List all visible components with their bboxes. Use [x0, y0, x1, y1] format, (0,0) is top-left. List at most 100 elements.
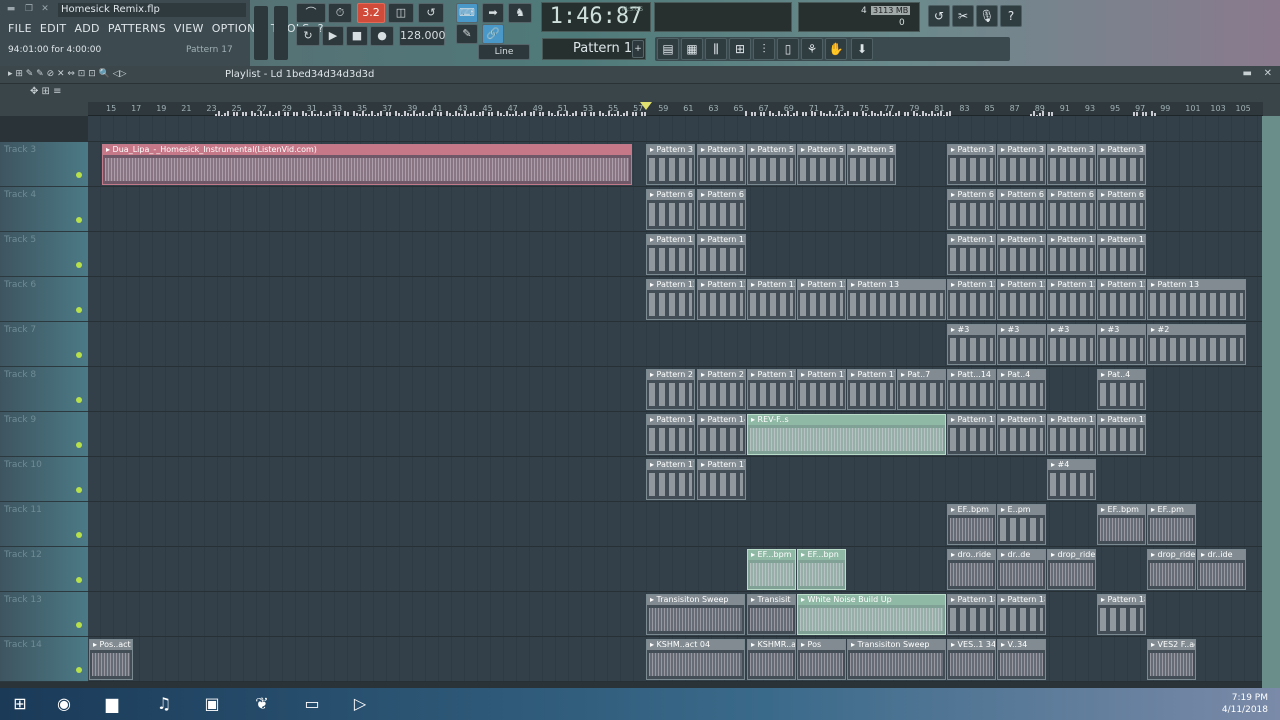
track-header[interactable]: Track 12	[0, 547, 88, 592]
playlist-clip[interactable]: ▸ Pattern 12	[1047, 279, 1096, 320]
track-lane[interactable]	[88, 502, 1262, 547]
track-header[interactable]: Track 14	[0, 637, 88, 682]
playlist-clip[interactable]: ▸ Pattern 5	[797, 144, 846, 185]
playlist-clip[interactable]: ▸ Pattern 6	[1097, 189, 1146, 230]
playlist-clip[interactable]: ▸ Patt...14	[947, 369, 996, 410]
playlist-clip[interactable]: ▸ E..pm	[997, 504, 1046, 545]
explorer-icon[interactable]: ▆	[94, 691, 130, 717]
piano-roll-icon[interactable]: ▦	[681, 38, 703, 60]
pattern-mode-button[interactable]: ↻	[296, 26, 320, 46]
playlist-clip[interactable]: ▸ Pattern 6	[997, 189, 1046, 230]
playlist-clip[interactable]: ▸ Pattern 18	[947, 594, 996, 635]
track-header[interactable]: Track 8	[0, 367, 88, 412]
menu-patterns[interactable]: PATTERNS	[108, 22, 166, 35]
track-header[interactable]: Track 11	[0, 502, 88, 547]
start-icon[interactable]: ⊞	[2, 691, 38, 717]
menu-view[interactable]: VIEW	[174, 22, 204, 35]
playlist-clip[interactable]: ▸ REV-F..s	[747, 414, 946, 455]
playlist-menu-icon[interactable]: ▸ ⊞ ✎ ✎ ⊘ ✕ ⇔ ⊡ ⊡ 🔍 ◁▷	[8, 69, 127, 79]
playlist-clip[interactable]: ▸ KSHMR..act 04	[747, 639, 796, 680]
vertical-scrollbar[interactable]	[1262, 116, 1280, 688]
media-icon[interactable]: ▷	[342, 691, 378, 717]
playlist-clip[interactable]: ▸ drop_ride	[1047, 549, 1096, 590]
playlist-clip[interactable]: ▸ Pattern 6	[1047, 189, 1096, 230]
playlist-clip[interactable]: ▸ Pos	[797, 639, 846, 680]
window-menu-icon[interactable]: ▬	[6, 4, 16, 14]
playlist-clip[interactable]: ▸ Pattern 6	[947, 189, 996, 230]
track-mute-led[interactable]	[76, 262, 82, 268]
track-mute-led[interactable]	[76, 172, 82, 178]
pattern-add-button[interactable]: +	[632, 40, 644, 58]
track-mute-led[interactable]	[76, 622, 82, 628]
playlist-clip[interactable]: ▸ #3	[997, 324, 1046, 365]
track-header[interactable]: Track 10	[0, 457, 88, 502]
playlist-clip[interactable]: ▸ Pos..act	[89, 639, 133, 680]
close-icon[interactable]: ✕	[40, 4, 50, 14]
link-icon[interactable]: 🔗	[482, 24, 504, 44]
playlist-clip[interactable]: ▸ White Noise Build Up	[797, 594, 946, 635]
playlist-clip[interactable]: ▸ VES..1 34	[947, 639, 996, 680]
playlist-clip[interactable]: ▸ Pattern 17	[1047, 414, 1096, 455]
track-mute-led[interactable]	[76, 397, 82, 403]
playlist-clip[interactable]: ▸ Pattern 17	[847, 369, 896, 410]
playlist-clip[interactable]: ▸ Pat..4	[997, 369, 1046, 410]
touch-icon[interactable]: ✋	[825, 38, 847, 60]
app-icon[interactable]: ▣	[194, 691, 230, 717]
playlist-clip[interactable]: ▸ #4	[1047, 459, 1096, 500]
playlist-clip[interactable]: ▸ Pattern 18	[997, 594, 1046, 635]
playlist-clip[interactable]: ▸ Pattern 13	[847, 279, 946, 320]
track-lane[interactable]	[88, 116, 1262, 142]
playlist-clip[interactable]: ▸ EF...bpm	[747, 549, 796, 590]
playlist-clip[interactable]: ▸ Pattern 12	[697, 279, 746, 320]
playlist-minimize-icon[interactable]: ▬	[1243, 68, 1252, 79]
playlist-clip[interactable]: ▸ Pattern 17	[646, 459, 695, 500]
playlist-clip[interactable]: ▸ Pat..4	[1097, 369, 1146, 410]
playlist-clip[interactable]: ▸ Pattern 3	[697, 144, 746, 185]
playlist-clip[interactable]: ▸ Pattern 12	[747, 279, 796, 320]
itunes-icon[interactable]: ♫	[146, 691, 182, 717]
playlist-clip[interactable]: ▸ Pattern 5	[747, 144, 796, 185]
playlist-clip[interactable]: ▸ EF...bpn	[797, 549, 846, 590]
playlist-icon[interactable]: ▤	[657, 38, 679, 60]
playlist-clip[interactable]: ▸ Pattern 13	[1147, 279, 1246, 320]
snap-select[interactable]: Line	[478, 44, 530, 60]
plugin-icon[interactable]: ⚘	[801, 38, 823, 60]
playlist-clip[interactable]: ▸ Pattern 17	[1097, 414, 1146, 455]
playlist-clip[interactable]: ▸ Pattern 6	[697, 189, 746, 230]
mixer-icon[interactable]: ⫶	[753, 38, 775, 60]
playlist-clip[interactable]: ▸ KSHM..act 04	[646, 639, 745, 680]
track-mute-led[interactable]	[76, 532, 82, 538]
playlist-clip[interactable]: ▸ dro..ride	[947, 549, 996, 590]
playlist-clip[interactable]: ▸ Pattern 2	[697, 369, 746, 410]
stop-button[interactable]: ■	[346, 26, 368, 46]
playlist-clip[interactable]: ▸ #3	[947, 324, 996, 365]
playlist-clip[interactable]: ▸ Pattern 3	[947, 144, 996, 185]
tempo-display[interactable]: 128.000	[399, 26, 446, 46]
playlist-clip[interactable]: ▸ Pattern 11	[1047, 234, 1096, 275]
chrome-icon[interactable]: ◉	[46, 691, 82, 717]
playlist-clip[interactable]: ▸ Pattern 5	[847, 144, 896, 185]
playlist-clip[interactable]: ▸ Pattern 14	[697, 414, 746, 455]
track-mute-led[interactable]	[76, 352, 82, 358]
pencil-icon[interactable]: ✎	[456, 24, 478, 44]
playlist-clip[interactable]: ▸ Transisit	[747, 594, 796, 635]
playlist-clip[interactable]: ▸ Pat..7	[897, 369, 946, 410]
playlist-clip[interactable]: ▸ Pattern 17	[797, 369, 846, 410]
playlist-clip[interactable]: ▸ Pattern 3	[997, 144, 1046, 185]
playlist-clip[interactable]: ▸ Pattern 11	[1097, 234, 1146, 275]
playlist-clip[interactable]: ▸ Pattern 17	[947, 414, 996, 455]
menu-file[interactable]: FILE	[8, 22, 32, 35]
track-header[interactable]: Track 13	[0, 592, 88, 637]
playlist-clip[interactable]: ▸ Pattern 6	[646, 189, 695, 230]
track-header[interactable]: Track 6	[0, 277, 88, 322]
track-header[interactable]: Track 7	[0, 322, 88, 367]
playlist-clip[interactable]: ▸ #2	[1147, 324, 1246, 365]
playlist-clip[interactable]: ▸ Pattern 11	[947, 234, 996, 275]
track-mute-led[interactable]	[76, 667, 82, 673]
playlist-clip[interactable]: ▸ Pattern 12	[947, 279, 996, 320]
window-icon[interactable]: ▭	[294, 691, 330, 717]
playlist-clip[interactable]: ▸ Transisiton Sweep	[646, 594, 745, 635]
fl-studio-icon[interactable]: ❦	[244, 691, 280, 717]
pattern-selector[interactable]: Pattern 12	[542, 38, 646, 60]
playlist-clip[interactable]: ▸ V..34	[997, 639, 1046, 680]
